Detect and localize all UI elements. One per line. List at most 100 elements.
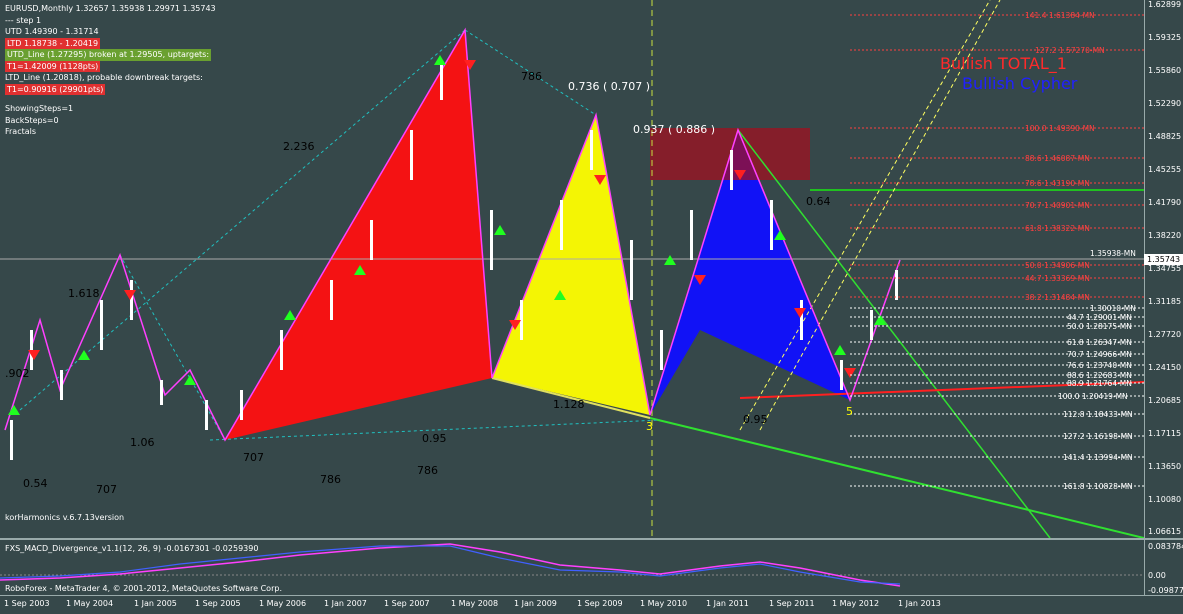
time-tick: 1 Jan 2011 <box>706 599 749 608</box>
time-tick: 1 May 2008 <box>451 599 499 608</box>
time-tick: 1 May 2010 <box>640 599 688 608</box>
ratio-label: 707 <box>96 483 117 496</box>
fib-label: 50.0 1.34906-MN <box>1025 261 1090 270</box>
price-tick: 1.38220 <box>1148 231 1182 240</box>
fib-label: 70.7 1.24966-MN <box>1067 350 1132 359</box>
fib-label: 44.7 1.29001-MN <box>1067 313 1132 322</box>
price-tick: 1.52290 <box>1148 99 1182 108</box>
ratio-label: 0.54 <box>23 477 48 490</box>
price-tick: 1.55860 <box>1148 66 1182 75</box>
utd-line: UTD 1.49390 - 1.31714 <box>5 27 99 36</box>
ratio-label: 5 <box>846 405 853 418</box>
ratio-label: 1.128 <box>553 398 585 411</box>
ratio-label: 0.937 ( 0.886 ) <box>633 123 715 136</box>
pattern-title-total: Bullish TOTAL_1 <box>940 54 1067 73</box>
macd-tick: 0.00 <box>1148 571 1166 580</box>
time-tick: 1 Jan 2009 <box>514 599 557 608</box>
fib-label: 112.8 1.18433-MN <box>1063 410 1133 419</box>
version-label: korHarmonics v.6.7.13version <box>5 513 125 522</box>
fib-label: 50.0 1.28175-MN <box>1067 322 1132 331</box>
time-tick: 1 May 2006 <box>259 599 307 608</box>
macd-axis[interactable]: 0.083784 0.00 -0.098777 <box>1144 540 1183 595</box>
price-tick: 1.13650 <box>1148 462 1182 471</box>
price-tick: 1.27720 <box>1148 330 1182 339</box>
fib-label: 100.0 1.49390-MN <box>1025 124 1095 133</box>
yellow-pattern-area <box>492 115 650 415</box>
ratio-label: 1.06 <box>130 436 155 449</box>
t1-down-line: T1=0.90916 (29901pts) <box>5 83 216 95</box>
t1-up-text: T1=1.42009 (1128pts) <box>5 60 101 72</box>
ratio-label: .902 <box>5 367 30 380</box>
price-tick: 1.48825 <box>1148 132 1182 141</box>
time-tick: 1 Jan 2007 <box>324 599 367 608</box>
fib-label: 61.8 1.38322-MN <box>1025 224 1090 233</box>
price-axis[interactable]: 1.62899 1.59325 1.55860 1.52290 1.48825 … <box>1144 0 1183 595</box>
ltd-break-line: LTD_Line (1.20818), probable downbreak t… <box>5 73 203 82</box>
current-price-marker: 1.35743 <box>1144 254 1183 265</box>
step-line: --- step 1 <box>5 15 42 25</box>
ratio-label: 707 <box>243 451 264 464</box>
ratio-label: 786 <box>417 464 438 477</box>
red-pattern-area <box>225 30 492 440</box>
time-tick: 1 Jan 2013 <box>898 599 941 608</box>
price-tick: 1.62899 <box>1148 0 1182 9</box>
ltd-line: LTD 1.18738 - 1.20419 <box>5 37 216 49</box>
ratio-label: 786 <box>521 70 542 83</box>
price-tick: 1.59325 <box>1148 33 1182 42</box>
price-tick: 1.24150 <box>1148 363 1182 372</box>
ratio-label: 3 <box>646 420 653 433</box>
time-tick: 1 Sep 2011 <box>769 599 815 608</box>
fib-label: 88.9 1.21764-MN <box>1067 379 1132 388</box>
chart-window[interactable]: 141.4 1.61384-MN 127.2 1.57270-MN 100.0 … <box>0 0 1183 614</box>
utd-break-text: UTD_Line (1.27295) broken at 1.29505, up… <box>5 49 212 61</box>
fib-label: 88.6 1.46087-MN <box>1025 154 1090 163</box>
time-tick: 1 Sep 2003 <box>4 599 50 608</box>
price-tick: 1.31185 <box>1148 297 1182 306</box>
symbol-line: EURUSD,Monthly 1.32657 1.35938 1.29971 1… <box>5 4 216 13</box>
time-axis[interactable]: 1 Sep 2003 1 May 2004 1 Jan 2005 1 Sep 2… <box>0 595 1183 614</box>
pattern-title-cypher: Bullish Cypher <box>962 74 1078 93</box>
fib-label: 70.7 1.40901-MN <box>1025 201 1090 210</box>
info-panel: EURUSD,Monthly 1.32657 1.35938 1.29971 1… <box>5 3 216 138</box>
price-tick: 1.06615 <box>1148 527 1182 536</box>
fib-label: 161.8 1.10828-MN <box>1063 482 1133 491</box>
ratio-label: 2.236 <box>283 140 315 153</box>
ratio-label: 0.736 ( 0.707 ) <box>568 80 650 93</box>
ltd-text: LTD 1.18738 - 1.20419 <box>5 37 101 49</box>
macd-tick: -0.098777 <box>1148 586 1183 595</box>
fib-label: 44.7 1.33369-MN <box>1025 274 1090 283</box>
time-tick: 1 May 2012 <box>832 599 880 608</box>
fib-label: 1.30010-MN <box>1090 304 1136 313</box>
ratio-label: 0.64 <box>806 195 831 208</box>
fib-label: 76.6 1.23740-MN <box>1067 361 1132 370</box>
utd-break-line: UTD_Line (1.27295) broken at 1.29505, up… <box>5 49 216 61</box>
price-tick: 1.34755 <box>1148 264 1182 273</box>
ratio-label: 1.618 <box>68 287 100 300</box>
price-tick: 1.10080 <box>1148 495 1182 504</box>
cyan-line-4 <box>119 254 226 441</box>
price-tick: 1.20685 <box>1148 396 1182 405</box>
price-tick: 1.45255 <box>1148 165 1182 174</box>
fib-label: 141.4 1.13994-MN <box>1063 453 1133 462</box>
fractals: Fractals <box>5 127 37 136</box>
fib-label: 78.6 1.43190-MN <box>1025 179 1090 188</box>
time-tick: 1 Sep 2007 <box>384 599 430 608</box>
fib-label: 141.4 1.61384-MN <box>1025 11 1095 20</box>
time-tick: 1 Sep 2005 <box>195 599 241 608</box>
copyright-label: RoboForex - MetaTrader 4, © 2001-2012, M… <box>5 584 282 593</box>
ratio-label: 0.95 <box>422 432 447 445</box>
fib-label: 1.35938-MN <box>1090 249 1136 258</box>
fib-label: 100.0 1.20419-MN <box>1058 392 1128 401</box>
fib-label: 38.2 1.31484-MN <box>1025 293 1090 302</box>
ratio-label: 786 <box>320 473 341 486</box>
t1-up-line: T1=1.42009 (1128pts) <box>5 60 216 72</box>
ratio-label: 0.95 <box>743 413 768 426</box>
fib-label: 61.8 1.26347-MN <box>1067 338 1132 347</box>
macd-tick: 0.083784 <box>1148 542 1183 551</box>
time-tick: 1 Jan 2005 <box>134 599 177 608</box>
price-tick: 1.41790 <box>1148 198 1182 207</box>
price-tick: 1.17115 <box>1148 429 1182 438</box>
back-steps: BackSteps=0 <box>5 115 59 125</box>
macd-label: FXS_MACD_Divergence_v1.1(12, 26, 9) -0.0… <box>5 544 259 553</box>
fib-label: 127.2 1.16198-MN <box>1063 432 1133 441</box>
